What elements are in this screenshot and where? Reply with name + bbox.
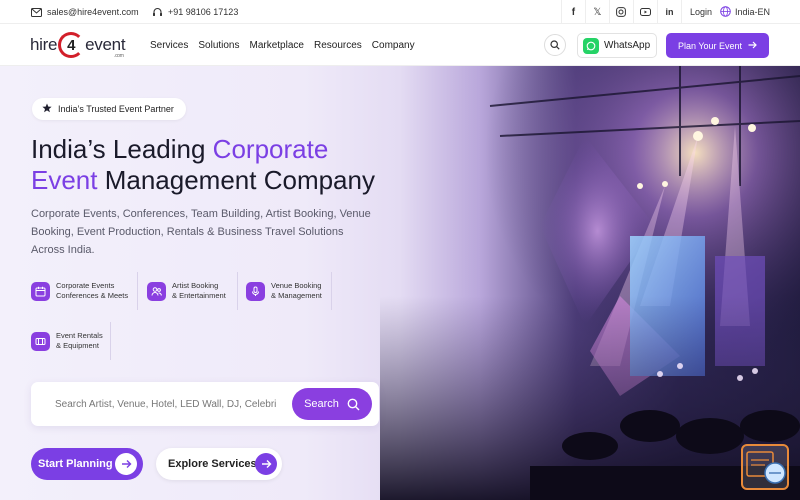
logo-four: 4 [58, 32, 85, 58]
hero-title-accent1: Corporate [212, 134, 329, 164]
nav-marketplace[interactable]: Marketplace [250, 40, 304, 51]
hero-subtitle: Corporate Events, Conferences, Team Buil… [31, 208, 371, 256]
trusted-badge: India’s Trusted Event Partner [32, 98, 186, 120]
language-selector[interactable]: India-EN [720, 5, 770, 19]
arrow-right-icon [255, 453, 277, 475]
whatsapp-icon [583, 37, 599, 54]
hero-search-box: Search Artist, Venue, Hotel, LED Wall, D… [31, 382, 379, 426]
trusted-badge-text: India’s Trusted Event Partner [58, 104, 174, 114]
logo[interactable]: hire 4 event .com [30, 30, 126, 60]
x-icon[interactable]: 𝕏 [584, 0, 609, 24]
hero-search-button[interactable]: Search [292, 388, 372, 420]
logo-domain: .com [114, 53, 124, 59]
login-link[interactable]: Login [680, 0, 720, 24]
plan-label: Plan Your Event [677, 40, 743, 51]
instagram-icon[interactable] [608, 0, 633, 24]
nav-resources[interactable]: Resources [314, 40, 362, 51]
people-icon [147, 281, 166, 301]
hero-title-part2: Management Company [97, 165, 375, 195]
calendar-icon [31, 281, 50, 301]
search-icon [550, 40, 560, 50]
linkedin-icon[interactable]: in [656, 0, 681, 24]
nav-company[interactable]: Company [372, 40, 415, 51]
star-icon [42, 103, 52, 115]
chat-widget-icon [746, 451, 786, 484]
explore-services-button[interactable]: Explore Services [156, 448, 282, 480]
category-line2: & Management [271, 291, 322, 300]
nav-services[interactable]: Services [150, 40, 188, 51]
category-line2: & Equipment [56, 341, 99, 350]
category-line2: & Entertainment [172, 291, 226, 300]
globe-icon [720, 5, 731, 19]
phone-text: +91 98106 17123 [168, 7, 239, 17]
category-line1: Event Rentals [56, 330, 103, 340]
nav-solutions[interactable]: Solutions [198, 40, 239, 51]
logo-text-left: hire [30, 35, 58, 54]
header-search-button[interactable] [544, 34, 566, 56]
mail-icon [31, 7, 42, 18]
language-label: India-EN [734, 7, 770, 17]
hero-section: India’s Trusted Event Partner India’s Le… [0, 66, 800, 500]
chat-widget-button[interactable] [741, 444, 789, 490]
search-icon [347, 398, 360, 410]
email-contact[interactable]: sales@hire4event.com [31, 0, 139, 24]
headset-icon [152, 7, 163, 18]
facebook-icon[interactable]: f [560, 0, 585, 24]
category-line2: Conferences & Meets [56, 291, 129, 300]
category-venue-booking[interactable]: Venue Booking & Management [246, 272, 332, 310]
hero-title-part1: India’s Leading [31, 134, 213, 164]
whatsapp-label: WhatsApp [604, 40, 651, 51]
logo-text-right: event [85, 35, 126, 54]
category-line1: Venue Booking [271, 280, 322, 290]
mic-icon [246, 281, 265, 301]
explore-services-label: Explore Services [168, 458, 257, 470]
phone-contact[interactable]: +91 98106 17123 [152, 0, 238, 24]
start-planning-label: Start Planning [38, 458, 113, 470]
truck-icon [31, 331, 50, 351]
category-line1: Artist Booking [172, 280, 219, 290]
hero-title: India’s Leading Corporate Event Managemen… [31, 134, 431, 196]
youtube-icon[interactable] [632, 0, 657, 24]
main-header: hire 4 event .com Services Solutions Mar… [0, 24, 800, 66]
email-text: sales@hire4event.com [47, 7, 139, 17]
search-button-label: Search [304, 398, 339, 410]
hero-title-accent2: Event [31, 165, 98, 195]
top-bar: sales@hire4event.com +91 98106 17123 f 𝕏… [0, 0, 800, 24]
stage-background-image [380, 66, 800, 500]
category-artist-booking[interactable]: Artist Booking & Entertainment [147, 272, 238, 310]
social-links: f 𝕏 in Login India-EN [560, 0, 770, 24]
category-corporate-events[interactable]: Corporate Events Conferences & Meets [31, 272, 138, 310]
category-line1: Corporate Events [56, 280, 115, 290]
main-nav: Services Solutions Marketplace Resources… [150, 24, 415, 66]
arrow-right-icon [115, 453, 137, 475]
plan-your-event-button[interactable]: Plan Your Event [666, 33, 769, 58]
whatsapp-button[interactable]: WhatsApp [577, 33, 657, 58]
category-event-rentals[interactable]: Event Rentals & Equipment [31, 322, 111, 360]
hero-search-input[interactable]: Search Artist, Venue, Hotel, LED Wall, D… [55, 382, 283, 426]
arrow-right-icon [748, 41, 757, 51]
start-planning-button[interactable]: Start Planning [31, 448, 143, 480]
